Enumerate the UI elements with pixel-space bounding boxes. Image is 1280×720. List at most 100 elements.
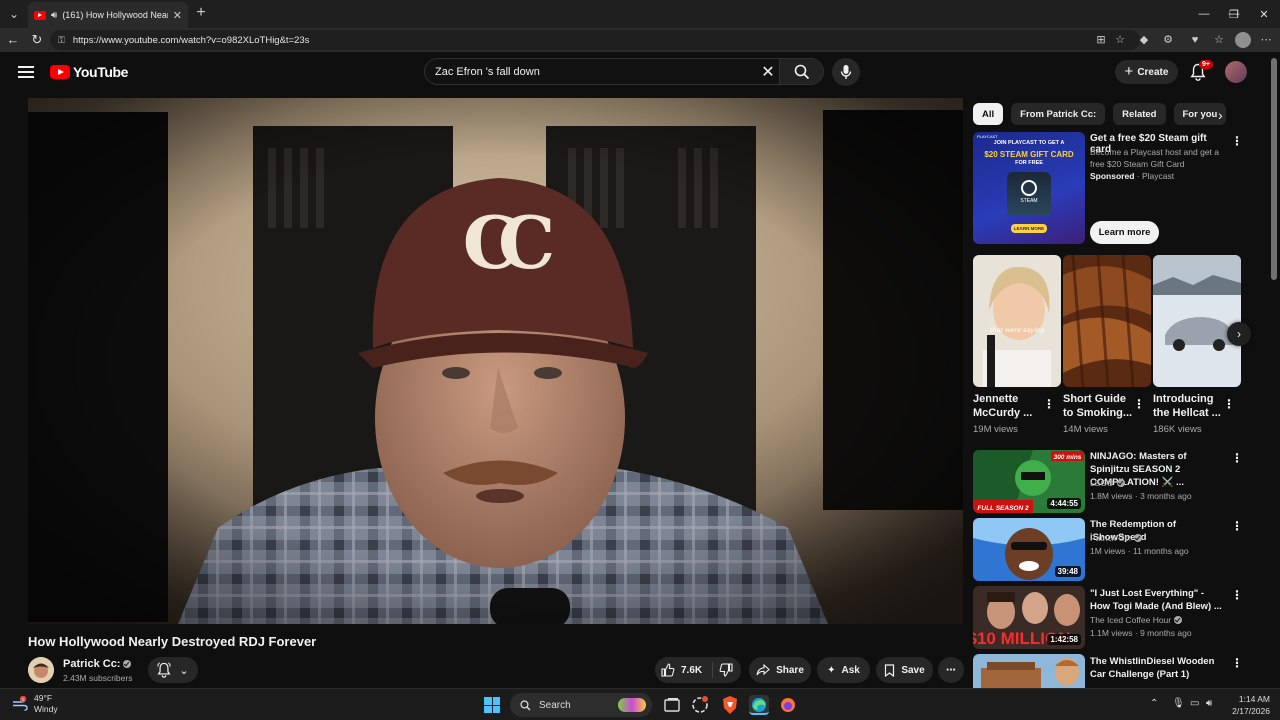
subscribed-notifications-button[interactable]: ⌄ (148, 657, 198, 683)
browser-tab-strip: ⌄ 🔊︎ (161) How Hollywood Nearly ✕ + — — … (0, 0, 1280, 28)
voice-search-button[interactable] (832, 58, 860, 86)
short-thumbnail[interactable]: that were saying (973, 255, 1061, 387)
create-button[interactable]: + Create (1115, 60, 1178, 84)
sponsored-label: Sponsored (1090, 171, 1135, 181)
favorite-star-icon[interactable]: ☆ (1113, 33, 1127, 47)
chevron-down-icon: ⌄ (179, 664, 189, 677)
browser-essentials-icon[interactable]: ♥ (1188, 33, 1202, 47)
short-more-icon[interactable]: ⋮ (1043, 397, 1055, 411)
ask-button[interactable]: ✦ Ask (817, 657, 870, 683)
close-window-icon[interactable]: ✕ (1246, 0, 1280, 28)
video-more-icon[interactable]: ⋮ (1231, 519, 1243, 533)
video-thumbnail[interactable]: 300 mins FULL SEASON 2 4:44:55 (973, 450, 1085, 513)
short-thumbnail[interactable] (1153, 255, 1241, 387)
site-info-icon[interactable]: ⚿ (58, 35, 65, 46)
video-title-link[interactable]: "I Just Lost Everything" - How Togi Made… (1090, 587, 1226, 613)
reload-icon[interactable]: ↻ (28, 31, 46, 49)
taskbar-search[interactable]: Search (510, 693, 652, 717)
extension-diamond-icon[interactable]: ◆ (1137, 33, 1151, 47)
video-thumbnail[interactable] (973, 654, 1085, 688)
clear-search-icon[interactable]: ✕ (757, 62, 779, 82)
channel-avatar[interactable] (28, 657, 54, 683)
brave-browser-icon[interactable] (720, 695, 740, 715)
short-title[interactable]: Introducing the Hellcat ... (1153, 392, 1227, 420)
firefox-browser-icon[interactable] (778, 695, 798, 715)
search-input[interactable]: Zac Efron 's fall down (425, 66, 757, 78)
taskbar-clock[interactable]: 1:14 AM 2/17/2026 (1226, 693, 1270, 717)
video-more-icon[interactable]: ⋮ (1231, 451, 1243, 465)
channel-name[interactable]: Patrick Cc: (63, 658, 132, 670)
weather-widget[interactable]: 1 49°F Windy (12, 693, 58, 715)
ad-sponsored-line: Sponsored · Playcast (1090, 171, 1175, 181)
dislike-button[interactable] (719, 663, 733, 682)
save-label: Save (901, 664, 925, 676)
ad-more-icon[interactable]: ⋮ (1231, 134, 1243, 148)
video-channel[interactable]: Patrick Cc: (1090, 533, 1143, 543)
notifications-button[interactable]: 9+ (1190, 60, 1213, 81)
more-menu-icon[interactable]: ⋯ (1259, 33, 1273, 47)
chip-related[interactable]: Related (1113, 103, 1166, 125)
edge-browser-icon[interactable] (749, 695, 769, 715)
ad-thumbnail[interactable]: PLAYCAST JOIN PLAYCAST TO GET A $20 STEA… (973, 132, 1085, 244)
favorites-icon[interactable]: ☆ (1212, 33, 1226, 47)
speaker-icon[interactable]: 🔊︎ (51, 10, 57, 21)
windows-start-icon[interactable] (484, 697, 500, 713)
video-duration: 39:48 (1054, 566, 1081, 577)
sparkle-icon: ✦ (827, 664, 836, 676)
chips-next-arrow-icon[interactable]: › (1218, 107, 1223, 123)
browser-profile-avatar[interactable] (1235, 32, 1251, 48)
search-button[interactable] (779, 59, 823, 84)
task-view-icon[interactable] (662, 695, 682, 715)
video-thumbnail[interactable]: 39:48 (973, 518, 1085, 581)
tab-actions-menu-icon[interactable]: ⌄ (4, 4, 24, 24)
short-thumbnail[interactable] (1063, 255, 1151, 387)
volume-icon[interactable]: 🔊︎ (1206, 698, 1212, 709)
youtube-favicon-icon (34, 10, 46, 20)
video-title-link[interactable]: The WhistlinDiesel Wooden Car Challenge … (1090, 655, 1226, 681)
ask-label: Ask (841, 664, 860, 676)
youtube-logo[interactable]: YouTube (50, 64, 128, 80)
short-title[interactable]: Short Guide to Smoking... (1063, 392, 1137, 420)
video-channel[interactable]: The Iced Coffee Hour (1090, 615, 1183, 625)
browser-tab-active[interactable]: 🔊︎ (161) How Hollywood Nearly ✕ (28, 2, 188, 28)
subscriber-count: 2.43M subscribers (63, 673, 133, 683)
learn-more-button[interactable]: Learn more (1090, 221, 1159, 244)
network-icon[interactable]: ▭ (1190, 698, 1199, 709)
plus-icon: + (1124, 63, 1134, 80)
youtube-masthead: YouTube Zac Efron 's fall down ✕ + Creat… (0, 52, 1268, 92)
tab-close-icon[interactable]: ✕ (173, 9, 182, 22)
save-button[interactable]: Save (876, 657, 933, 683)
video-thumbnail[interactable]: $10 MILLION 1:42:58 (973, 586, 1085, 649)
microphone-tray-icon[interactable]: 🎙︎ (1172, 698, 1185, 709)
tray-overflow-icon[interactable]: ⌃ (1150, 698, 1158, 709)
video-channel[interactable]: LEGO (1090, 478, 1125, 488)
more-horizontal-icon: ⋯ (946, 664, 956, 676)
short-more-icon[interactable]: ⋮ (1223, 397, 1235, 411)
share-button[interactable]: Share (749, 657, 811, 683)
short-title[interactable]: Jennette McCurdy ... (973, 392, 1047, 420)
address-bar[interactable]: ⚿ https://www.youtube.com/watch?v=o982XL… (50, 30, 1140, 50)
video-more-icon[interactable]: ⋮ (1231, 588, 1243, 602)
short-more-icon[interactable]: ⋮ (1133, 397, 1145, 411)
hamburger-menu-icon[interactable] (18, 64, 34, 80)
clock-time: 1:14 AM (1238, 694, 1270, 704)
bell-subscribed-icon (157, 662, 172, 678)
more-actions-button[interactable]: ⋯ (938, 657, 964, 683)
new-tab-button[interactable]: + (192, 4, 210, 22)
weather-temp: 49°F (34, 693, 53, 703)
chip-from-channel[interactable]: From Patrick Cc: (1011, 103, 1106, 125)
video-player[interactable]: CC (28, 98, 963, 624)
like-button[interactable]: 7.6K (661, 657, 702, 683)
account-avatar[interactable] (1225, 61, 1247, 83)
copilot-app-icon[interactable] (690, 695, 710, 715)
video-more-icon[interactable]: ⋮ (1231, 656, 1243, 670)
video-duration: 1:42:58 (1047, 634, 1081, 645)
chip-all[interactable]: All (973, 103, 1004, 125)
search-highlight-icon (618, 698, 646, 712)
app-install-icon[interactable]: ⊞ (1094, 33, 1108, 47)
shorts-next-arrow-icon[interactable]: › (1227, 322, 1251, 346)
page-scrollbar[interactable] (1268, 52, 1280, 688)
back-icon[interactable]: ← (4, 31, 22, 49)
scrollbar-thumb[interactable] (1271, 58, 1277, 280)
extensions-puzzle-icon[interactable]: ⚙ (1161, 33, 1175, 47)
